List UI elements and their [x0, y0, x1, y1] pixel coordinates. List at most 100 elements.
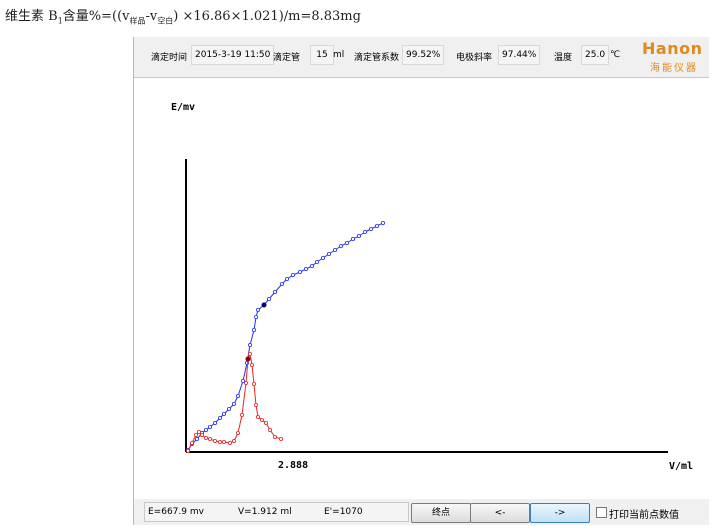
print-current-checkbox[interactable] [596, 507, 607, 518]
formula-text: 维生素 B1含量%=((v样品-v空白) ×16.86×1.021)/m=8.8… [5, 5, 361, 27]
titration-plot: E/mv V/ml 2.888 [134, 78, 709, 500]
blue-curve-point [256, 307, 261, 312]
derivative-readout: E'=1070 [324, 507, 363, 517]
logo-cn: 海能仪器 [650, 63, 698, 74]
red-curve-point [197, 429, 202, 434]
blue-curve-point [290, 272, 295, 277]
plot-svg: E/mv V/ml 2.888 [171, 102, 693, 472]
blue-curve-point [309, 263, 314, 268]
potential-curve [186, 220, 385, 452]
potential-readout: E=667.9 mv [148, 507, 204, 517]
red-curve-point [204, 435, 209, 440]
logo-brand: Hanon [642, 39, 703, 58]
blue-curve-point [227, 406, 232, 411]
red-curve-point [252, 381, 257, 386]
blue-curve-point [368, 226, 373, 231]
blue-curve-point [208, 424, 213, 429]
blue-curve-point [350, 236, 355, 241]
blue-curve-point [284, 276, 289, 281]
blue-curve-point [222, 411, 227, 416]
red-curve-point [244, 380, 249, 385]
formula-mid2: -v [145, 9, 158, 24]
blue-curve-point [356, 233, 361, 238]
formula-prefix: 维生素 B [5, 9, 58, 24]
print-current-label: 打印当前点数值 [609, 510, 679, 521]
temperature-value: 25.0 [581, 45, 610, 65]
red-curve-point [272, 434, 277, 439]
titration-window: 滴定时间 2015-3-19 11:50 滴定管 15 ml 滴定管系数 99.… [133, 37, 709, 525]
blue-curve-point [303, 266, 308, 271]
blue-curve-point [374, 223, 379, 228]
blue-curve-point [362, 229, 367, 234]
blue-curve-point [254, 314, 259, 319]
blue-curve-point [261, 302, 267, 308]
red-curve-point [256, 414, 261, 419]
y-axis-label: E/mv [171, 102, 195, 113]
next-point-button[interactable]: -> [530, 503, 590, 523]
blue-curve-point [232, 401, 237, 406]
formula-sub3: 空白 [157, 16, 174, 26]
red-curve-point [213, 438, 218, 443]
hanon-logo: Hanon 海能仪器 [642, 39, 706, 75]
blue-curve-point [332, 247, 337, 252]
volume-readout: V=1.912 ml [238, 507, 292, 517]
endpoint-button[interactable]: 终点 [411, 503, 471, 523]
red-curve-point [208, 436, 213, 441]
blue-curve-point [314, 259, 319, 264]
red-curve-point [228, 440, 233, 445]
red-curve-point [267, 427, 272, 432]
temperature-unit: ℃ [610, 50, 621, 60]
burette-value: 15 [310, 45, 334, 65]
burette-coef-value: 99.52% [402, 45, 445, 65]
blue-curve-point [344, 240, 349, 245]
electrode-slope-value: 97.44% [498, 45, 541, 65]
red-curve-point [263, 420, 268, 425]
blue-curve-point [272, 289, 277, 294]
electrode-slope-label: 电极斜率 [456, 53, 493, 63]
red-curve-point [222, 439, 227, 444]
red-curve-point [250, 362, 255, 367]
blue-curve-point [326, 251, 331, 256]
red-curve-point [190, 440, 195, 445]
blue-curve-point [279, 281, 284, 286]
titration-time-label: 滴定时间 [151, 53, 188, 63]
red-curve-point [260, 417, 265, 422]
red-curve-point [240, 412, 245, 417]
blue-curve-point [320, 255, 325, 260]
blue-curve-line [187, 222, 384, 451]
red-curve-point [254, 402, 259, 407]
blue-curve-point [338, 243, 343, 248]
burette-unit: ml [333, 50, 345, 60]
red-curve-point [218, 439, 223, 444]
blue-curve-point [204, 427, 209, 432]
blue-curve-point [195, 436, 200, 441]
blue-curve-point [266, 296, 271, 301]
red-curve-point [248, 351, 253, 356]
burette-coef-label: 滴定管系数 [354, 53, 400, 63]
red-curve-point [232, 438, 237, 443]
x-axis-label: V/ml [669, 461, 693, 472]
blue-curve-point [248, 342, 253, 347]
titration-time-value: 2015-3-19 11:50 [191, 45, 275, 65]
info-bar: 滴定时间 2015-3-19 11:50 滴定管 15 ml 滴定管系数 99.… [134, 37, 709, 78]
blue-curve-point [241, 378, 246, 383]
previous-point-button[interactable]: <- [470, 503, 530, 523]
red-curve-point [245, 356, 251, 362]
red-curve-point [236, 430, 241, 435]
endpoint-value-label: 2.888 [278, 460, 308, 471]
red-curve-point [278, 436, 283, 441]
blue-curve-point [236, 393, 241, 398]
red-curve-point [194, 432, 199, 437]
blue-curve-point [380, 220, 385, 225]
formula-mid1: 含量%=((v [62, 9, 130, 24]
burette-label: 滴定管 [273, 53, 301, 63]
formula-sub2: 样品 [129, 16, 146, 26]
blue-curve-point [252, 327, 257, 332]
blue-curve-point [297, 269, 302, 274]
blue-curve-point [218, 415, 223, 420]
red-curve-point [200, 432, 205, 437]
temperature-label: 温度 [554, 53, 573, 63]
formula-suffix: ) ×16.86×1.021)/m=8.83mg [173, 9, 361, 24]
blue-curve-point [213, 420, 218, 425]
red-curve-point [186, 448, 191, 453]
